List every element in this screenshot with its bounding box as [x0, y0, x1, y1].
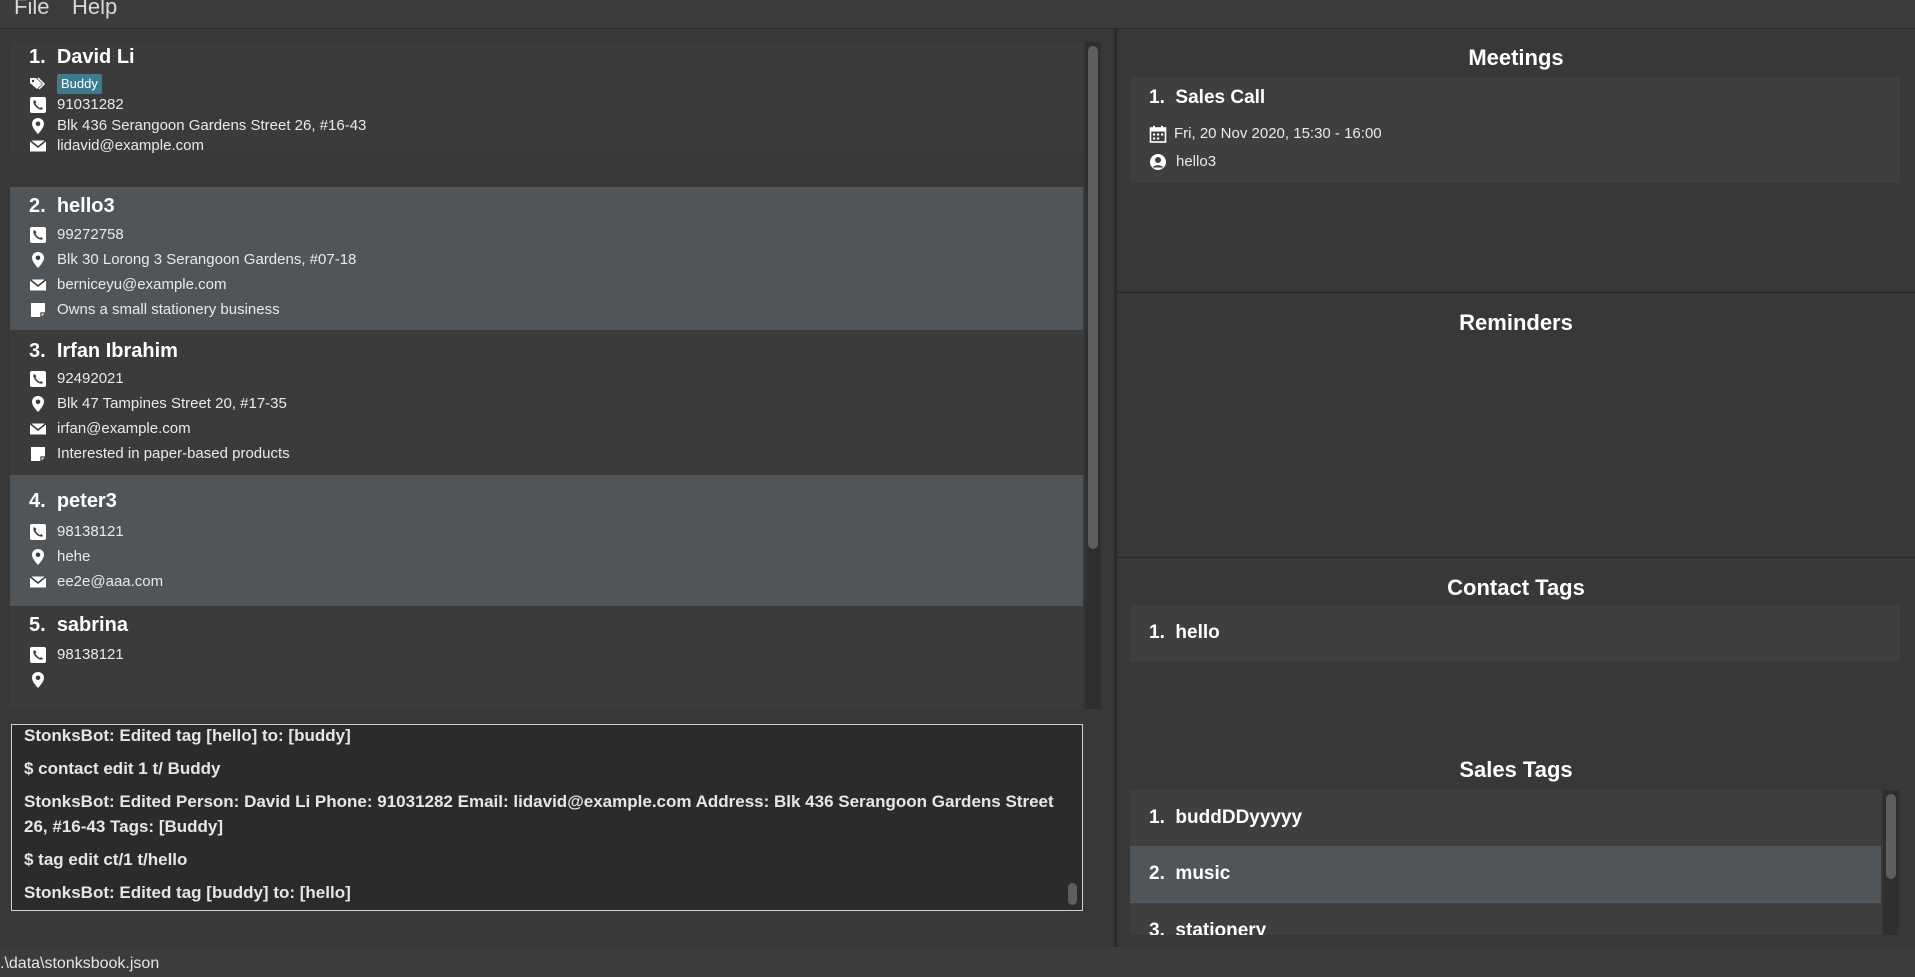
address-text: hehe [57, 548, 91, 565]
remark-icon [29, 301, 47, 319]
section-separator [1117, 292, 1915, 293]
email-text: irfan@example.com [57, 420, 191, 437]
sales-tag-label: 2. music [1149, 863, 1231, 884]
scrollbar-thumb[interactable] [1886, 794, 1896, 879]
phone-text: 92492021 [57, 370, 124, 387]
email-icon [29, 276, 47, 294]
person-list-scrollbar[interactable] [1085, 42, 1101, 709]
sales-tags-list[interactable]: 1. buddDDyyyyy 2. music 3. stationery [1130, 790, 1900, 935]
result-line: $ contact edit 1 t/ Buddy [24, 759, 221, 778]
sales-tag-label: 1. buddDDyyyyy [1149, 807, 1303, 828]
meetings-title: Meetings [1468, 45, 1564, 70]
reminders-title: Reminders [1459, 310, 1573, 335]
phone-icon [29, 370, 47, 388]
email-icon [29, 137, 47, 155]
section-separator [1117, 557, 1915, 558]
sales-tag-item[interactable]: 2. music [1130, 846, 1881, 903]
tag-badge: Buddy [57, 74, 102, 94]
result-line: StonksBot: Edited Person: David Li Phone… [24, 792, 1054, 836]
left-panel: 1. David Li Buddy 91031282 Blk 436 Seran… [0, 29, 1114, 970]
menu-help[interactable]: Help [72, 0, 117, 20]
contact-tag-item[interactable]: 1. hello [1130, 605, 1900, 662]
tag-icon [29, 75, 47, 93]
remark-text: Interested in paper-based products [57, 445, 290, 462]
person-card[interactable]: 2. hello3 99272758 Blk 30 Lorong 3 Seran… [10, 187, 1083, 330]
result-line: $ tag edit ct/1 t/hello [24, 850, 188, 869]
address-icon [29, 671, 47, 689]
result-scrollbar[interactable] [1064, 725, 1080, 910]
person-name: 3. Irfan Ibrahim [29, 340, 178, 362]
menu-bar: File Help [0, 0, 1915, 29]
address-text: Blk 30 Lorong 3 Serangoon Gardens, #07-1… [57, 251, 357, 268]
sales-tag-item[interactable]: 1. buddDDyyyyy [1130, 790, 1881, 847]
email-text: berniceyu@example.com [57, 276, 227, 293]
address-icon [29, 117, 47, 135]
person-name: 2. hello3 [29, 195, 115, 217]
meeting-card[interactable]: 1. Sales Call Fri, 20 Nov 2020, 15:30 - … [1130, 77, 1900, 183]
scrollbar-thumb[interactable] [1088, 46, 1098, 549]
sales-tags-title: Sales Tags [1459, 757, 1573, 782]
remark-text: Owns a small stationery business [57, 301, 280, 318]
email-icon [29, 573, 47, 591]
result-line: StonksBot: Edited tag [hello] to: [buddy… [24, 726, 351, 745]
meeting-name: 1. Sales Call [1149, 87, 1266, 108]
contact-icon [1149, 153, 1167, 171]
email-text: ee2e@aaa.com [57, 573, 164, 590]
person-card[interactable]: 1. David Li Buddy 91031282 Blk 436 Seran… [10, 42, 1083, 155]
email-text: lidavid@example.com [57, 137, 204, 154]
person-list[interactable]: 1. David Li Buddy 91031282 Blk 436 Seran… [10, 42, 1083, 709]
save-location: .\data\stonksbook.json [0, 955, 160, 972]
meeting-datetime: Fri, 20 Nov 2020, 15:30 - 16:00 [1174, 125, 1382, 142]
phone-text: 99272758 [57, 226, 124, 243]
remark-icon [29, 445, 47, 463]
person-name: 1. David Li [29, 46, 135, 68]
result-line: StonksBot: Edited tag [buddy] to: [hello… [24, 883, 351, 902]
phone-icon [29, 646, 47, 664]
result-display: StonksBot: Edited tag [hello] to: [buddy… [11, 724, 1083, 911]
sales-tag-label: 3. stationery [1149, 920, 1267, 935]
person-name: 4. peter3 [29, 490, 117, 512]
menu-file[interactable]: File [14, 0, 49, 20]
address-icon [29, 395, 47, 413]
email-icon [29, 420, 47, 438]
meeting-contact: hello3 [1176, 153, 1217, 170]
calendar-icon [1149, 125, 1167, 143]
contact-tags-title: Contact Tags [1447, 575, 1585, 600]
phone-text: 98138121 [57, 646, 124, 663]
right-panel: Meetings 1. Sales Call Fri, 20 Nov 2020,… [1117, 29, 1915, 947]
phone-icon [29, 523, 47, 541]
sales-tags-scrollbar[interactable] [1883, 790, 1899, 935]
person-card[interactable]: 3. Irfan Ibrahim 92492021 Blk 47 Tampine… [10, 330, 1083, 474]
status-bar: .\data\stonksbook.json [0, 947, 1915, 977]
phone-text: 98138121 [57, 523, 124, 540]
address-text: Blk 436 Serangoon Gardens Street 26, #16… [57, 117, 367, 134]
address-icon [29, 251, 47, 269]
phone-icon [29, 96, 47, 114]
address-icon [29, 548, 47, 566]
phone-icon [29, 226, 47, 244]
sales-tag-item[interactable]: 3. stationery [1130, 903, 1881, 935]
person-name: 5. sabrina [29, 614, 128, 636]
phone-text: 91031282 [57, 96, 124, 113]
scrollbar-thumb[interactable] [1068, 883, 1077, 905]
contact-tag-label: 1. hello [1149, 622, 1220, 643]
person-card[interactable]: 5. sabrina 98138121 [10, 607, 1083, 709]
address-text: Blk 47 Tampines Street 20, #17-35 [57, 395, 287, 412]
person-card[interactable]: 4. peter3 98138121 hehe ee2e@aaa.com [10, 475, 1083, 606]
